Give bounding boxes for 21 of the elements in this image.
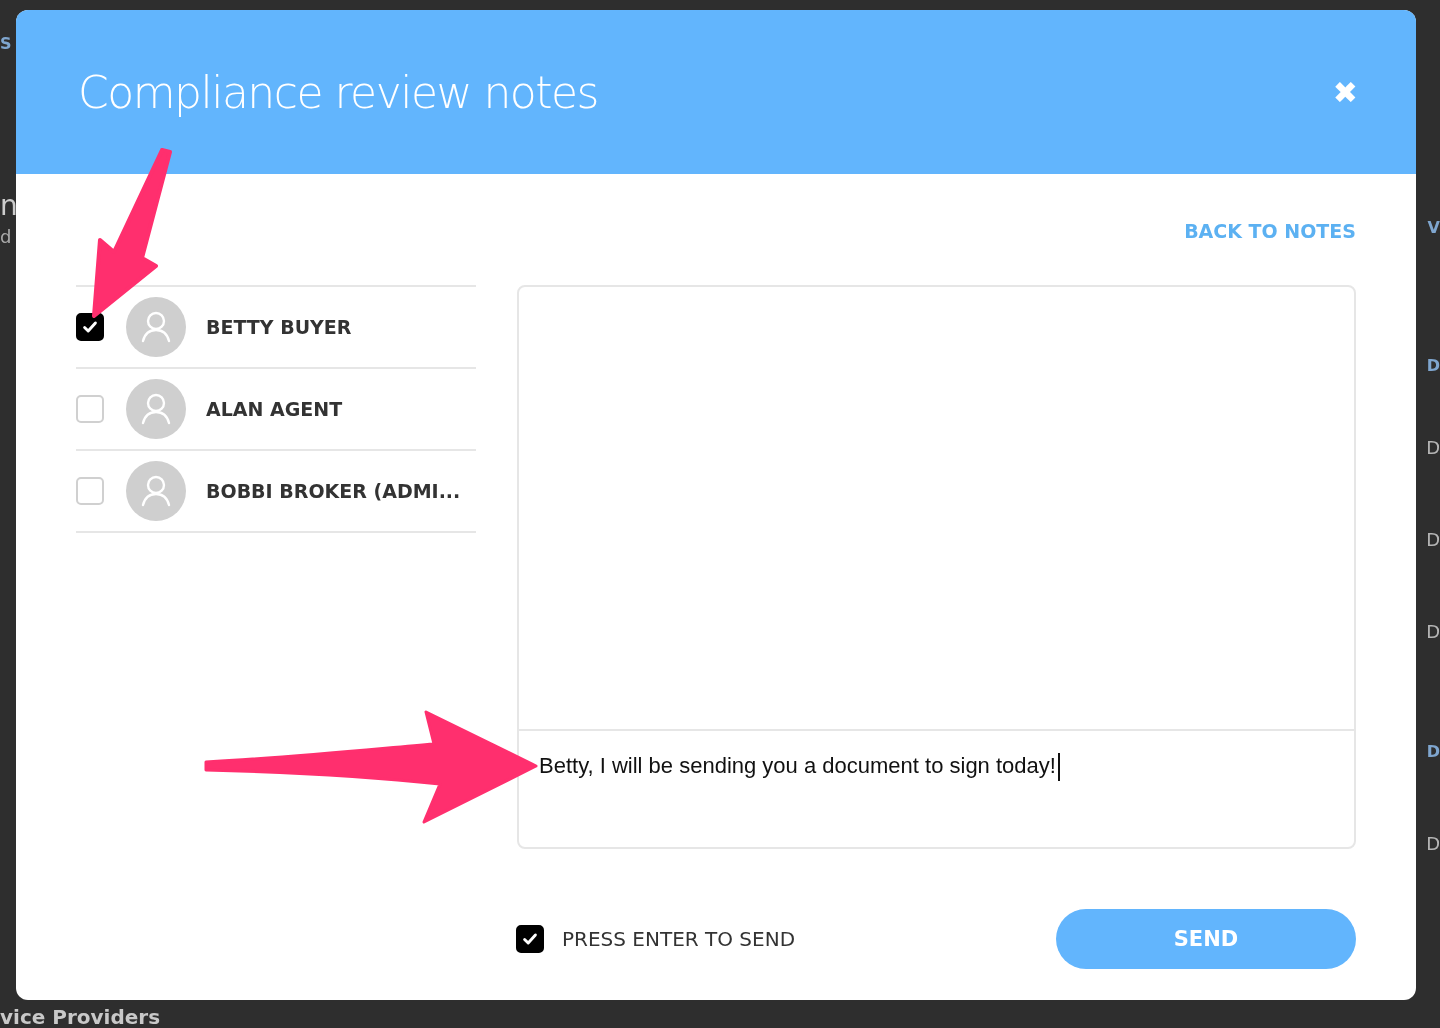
checkbox-label: PRESS ENTER TO SEND xyxy=(562,927,796,951)
recipient-checkbox[interactable] xyxy=(76,313,104,341)
section-heading: vice Providers xyxy=(0,1006,161,1028)
page-text-fragment: D xyxy=(1426,620,1440,644)
enter-to-send-checkbox[interactable] xyxy=(516,925,544,953)
page-text-fragment: D xyxy=(1426,741,1440,763)
avatar-icon xyxy=(126,297,186,357)
recipient-name[interactable]: ALAN AGENT xyxy=(206,398,343,420)
page-text-fragment: D xyxy=(1426,528,1440,552)
page-text-fragment: V xyxy=(1427,217,1440,239)
page-text-fragment: D xyxy=(1426,436,1440,460)
avatar-icon xyxy=(126,379,186,439)
page-text-fragment: d xyxy=(0,226,13,247)
avatar-icon xyxy=(126,461,186,521)
recipient-name[interactable]: BOBBI BROKER (ADMI... xyxy=(206,480,461,502)
page-text-fragment: S xyxy=(0,34,13,53)
page-text-fragment: D xyxy=(1426,832,1440,856)
page-text-fragment: D xyxy=(1426,355,1440,377)
page-text-fragment: n xyxy=(0,189,16,222)
recipient-name[interactable]: BETTY BUYER xyxy=(206,316,352,338)
dialog-title: Compliance review notes xyxy=(78,66,599,118)
